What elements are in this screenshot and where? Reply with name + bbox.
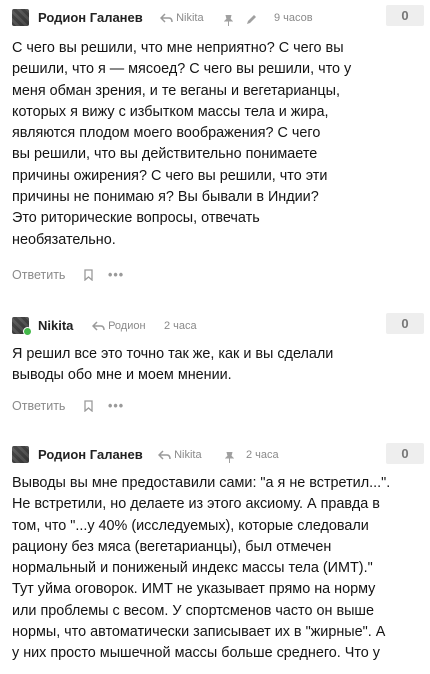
online-indicator [23,327,32,336]
comment-time[interactable]: 2 часа [246,449,279,461]
reply-button[interactable]: Ответить [12,399,65,413]
reply-to[interactable]: Nikita [157,449,202,461]
comment-text: Выводы вы мне предоставили сами: "а я не… [12,475,391,662]
comment-author[interactable]: Nikita [38,318,73,333]
reply-button[interactable]: Ответить [12,268,65,282]
comment-author[interactable]: Родион Галанев [38,10,143,25]
comment-author[interactable]: Родион Галанев [38,447,143,462]
comment-text: С чего вы решили, что мне неприятно? С ч… [12,40,352,248]
reply-to[interactable]: Nikita [159,12,204,24]
reply-to[interactable]: Родион [91,320,146,332]
pencil-icon [246,12,257,30]
reply-arrow-icon [157,450,171,460]
reply-to-name: Nikita [176,12,204,24]
reply-arrow-icon [159,13,173,23]
comment-text: Я решил все это точно так же, как и вы с… [12,346,334,384]
bookmark-icon[interactable] [84,400,93,415]
pin-icon [223,13,234,31]
reply-to-name: Родион [108,320,146,332]
more-menu-icon[interactable]: ••• [108,268,124,282]
vote-count[interactable]: 0 [386,443,424,464]
reply-arrow-icon [91,321,105,331]
more-menu-icon[interactable]: ••• [108,399,124,413]
vote-count[interactable]: 0 [386,313,424,334]
comment-time[interactable]: 2 часа [164,320,197,332]
bookmark-icon[interactable] [84,269,93,284]
avatar[interactable] [12,446,29,463]
comment-time[interactable]: 9 часов [274,12,313,24]
pin-icon [224,450,235,468]
avatar[interactable] [12,9,29,26]
vote-count[interactable]: 0 [386,5,424,26]
reply-to-name: Nikita [174,449,202,461]
